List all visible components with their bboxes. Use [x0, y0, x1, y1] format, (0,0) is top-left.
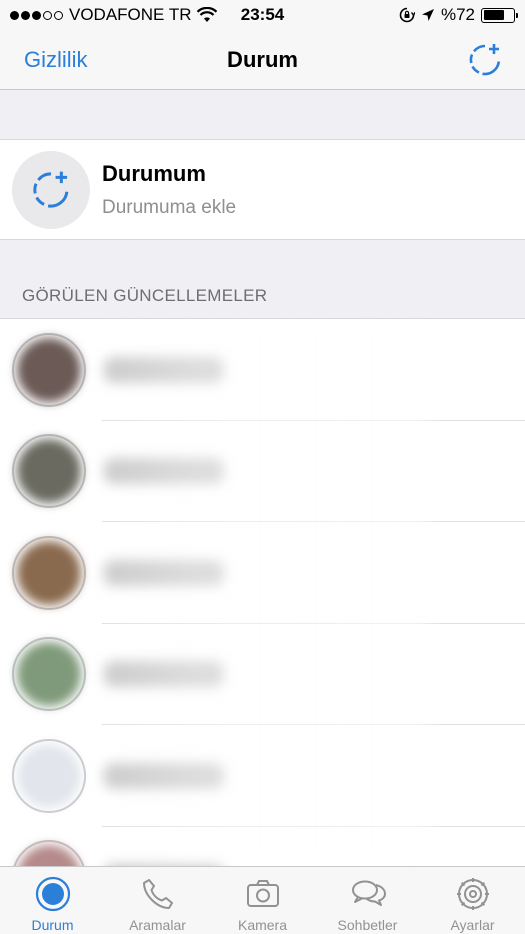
- status-right: %72: [399, 5, 518, 25]
- status-time: 23:54: [240, 5, 285, 24]
- list-item[interactable]: [0, 827, 525, 866]
- tab-camera-label: Kamera: [237, 917, 288, 933]
- tab-status-label: Durum: [31, 917, 74, 933]
- avatar[interactable]: [12, 840, 86, 866]
- my-status-avatar[interactable]: [12, 150, 90, 229]
- avatar[interactable]: [12, 535, 86, 610]
- privacy-button[interactable]: Gizlilik: [24, 47, 88, 73]
- battery-percent: %72: [440, 5, 475, 24]
- list-item[interactable]: [0, 319, 525, 421]
- tab-calls[interactable]: Aramalar: [108, 875, 208, 933]
- viewed-updates-list: [0, 318, 525, 866]
- avatar[interactable]: [12, 637, 86, 712]
- avatar[interactable]: [12, 738, 86, 813]
- status-left: VODAFONE TR: [10, 5, 218, 25]
- my-status-text: Durumum Durumuma ekle: [102, 161, 236, 219]
- battery-fill: [483, 10, 505, 20]
- viewed-updates-header: GÖRÜLEN GÜNCELLEMELER: [22, 286, 268, 305]
- add-status-icon[interactable]: [465, 40, 505, 80]
- blurred-contact-name: [104, 661, 224, 688]
- tab-camera[interactable]: Kamera: [213, 875, 313, 933]
- tab-calls-label: Aramalar: [129, 917, 186, 933]
- orientation-lock-icon: [399, 7, 415, 23]
- tab-settings[interactable]: Ayarlar: [423, 875, 523, 933]
- navigation-bar: Gizlilik Durum: [0, 30, 525, 90]
- camera-icon: [246, 880, 279, 907]
- tab-chats-label: Sohbetler: [337, 917, 398, 933]
- blurred-contact-name: [104, 458, 224, 485]
- tab-bar: Durum Aramalar Kamera Sohbetler Ayarlar: [0, 866, 525, 934]
- phone-icon: [142, 879, 173, 909]
- page-title: Durum: [227, 46, 298, 72]
- blurred-contact-name: [104, 356, 224, 383]
- list-item[interactable]: [0, 421, 525, 523]
- carrier-label: VODAFONE TR: [69, 5, 192, 24]
- add-status-icon: [33, 171, 69, 208]
- avatar[interactable]: [12, 434, 86, 509]
- my-status-row[interactable]: Durumum Durumuma ekle: [0, 139, 525, 240]
- wifi-icon: [197, 7, 218, 22]
- gear-icon: [456, 878, 489, 910]
- chat-bubbles-icon: [351, 880, 386, 906]
- status-bar: VODAFONE TR 23:54 %72: [0, 0, 525, 30]
- avatar[interactable]: [12, 332, 86, 407]
- list-item[interactable]: [0, 725, 525, 827]
- status-icon: [35, 876, 70, 912]
- tab-settings-label: Ayarlar: [450, 917, 495, 933]
- battery-icon: [481, 7, 518, 23]
- blurred-contact-name: [104, 559, 224, 586]
- signal-strength-icon: [10, 10, 63, 20]
- location-arrow-icon: [421, 9, 434, 21]
- list-item[interactable]: [0, 522, 525, 624]
- tab-status[interactable]: Durum: [3, 875, 103, 933]
- list-item[interactable]: [0, 624, 525, 726]
- tab-chats[interactable]: Sohbetler: [318, 875, 418, 933]
- my-status-title: Durumum: [102, 160, 206, 186]
- my-status-subtitle: Durumuma ekle: [102, 196, 237, 218]
- blurred-contact-name: [104, 762, 224, 789]
